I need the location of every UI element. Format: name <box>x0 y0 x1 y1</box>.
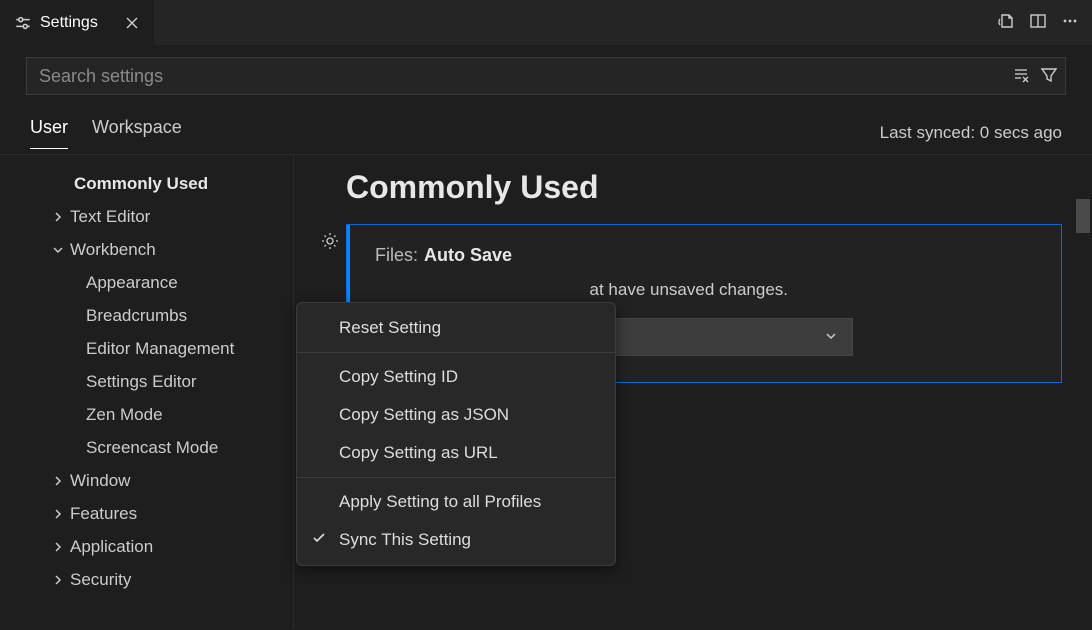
search-settings-input[interactable] <box>39 66 1011 87</box>
setting-context-menu: Reset Setting Copy Setting ID Copy Setti… <box>296 302 616 566</box>
settings-tree: Commonly Used Text Editor Workbench Appe… <box>0 155 294 628</box>
setting-description: Controls auto save of files that have un… <box>375 280 1039 300</box>
section-title: Commonly Used <box>346 169 1062 206</box>
chevron-right-icon <box>50 541 66 553</box>
tab-bar-spacer <box>155 0 996 45</box>
filter-icon[interactable] <box>1039 65 1059 88</box>
close-icon[interactable] <box>124 15 140 31</box>
tab-settings[interactable]: Settings <box>0 0 155 45</box>
chevron-right-icon <box>50 475 66 487</box>
tree-item-editor-management[interactable]: Editor Management <box>50 332 293 365</box>
open-changes-icon[interactable] <box>996 11 1016 34</box>
chevron-right-icon <box>50 211 66 223</box>
setting-title: Files: Auto Save <box>375 245 1039 266</box>
tree-item-settings-editor[interactable]: Settings Editor <box>50 365 293 398</box>
tree-item-breadcrumbs[interactable]: Breadcrumbs <box>50 299 293 332</box>
tree-item-zen-mode[interactable]: Zen Mode <box>50 398 293 431</box>
tree-item-screencast-mode[interactable]: Screencast Mode <box>50 431 293 464</box>
tree-item-window[interactable]: Window <box>50 464 293 497</box>
tree-item-security[interactable]: Security <box>50 563 293 596</box>
chevron-down-icon <box>50 244 66 256</box>
clear-search-icon[interactable] <box>1011 65 1031 88</box>
menu-copy-setting-url[interactable]: Copy Setting as URL <box>297 434 615 472</box>
more-actions-icon[interactable] <box>1060 11 1080 34</box>
gear-icon[interactable] <box>320 231 340 254</box>
chevron-right-icon <box>50 574 66 586</box>
tree-item-features[interactable]: Features <box>50 497 293 530</box>
check-icon <box>311 530 327 551</box>
chevron-right-icon <box>50 508 66 520</box>
tree-item-appearance[interactable]: Appearance <box>50 266 293 299</box>
menu-sync-this-setting[interactable]: Sync This Setting <box>297 521 615 559</box>
tab-label: Settings <box>40 14 98 32</box>
scrollbar-thumb[interactable] <box>1076 199 1090 233</box>
scope-tab-workspace[interactable]: Workspace <box>92 117 182 149</box>
tree-item-application[interactable]: Application <box>50 530 293 563</box>
tree-item-workbench[interactable]: Workbench <box>50 233 293 266</box>
menu-reset-setting[interactable]: Reset Setting <box>297 309 615 347</box>
chevron-down-icon <box>824 329 838 346</box>
split-editor-icon[interactable] <box>1028 11 1048 34</box>
tree-item-commonly-used[interactable]: Commonly Used <box>50 167 293 200</box>
scope-tab-user[interactable]: User <box>30 117 68 149</box>
menu-separator <box>297 477 615 478</box>
settings-sliders-icon <box>14 14 32 32</box>
menu-apply-all-profiles[interactable]: Apply Setting to all Profiles <box>297 483 615 521</box>
sync-status: Last synced: 0 secs ago <box>880 123 1062 143</box>
tree-item-text-editor[interactable]: Text Editor <box>50 200 293 233</box>
menu-separator <box>297 352 615 353</box>
search-settings-box[interactable] <box>26 57 1066 95</box>
menu-copy-setting-id[interactable]: Copy Setting ID <box>297 358 615 396</box>
menu-copy-setting-json[interactable]: Copy Setting as JSON <box>297 396 615 434</box>
